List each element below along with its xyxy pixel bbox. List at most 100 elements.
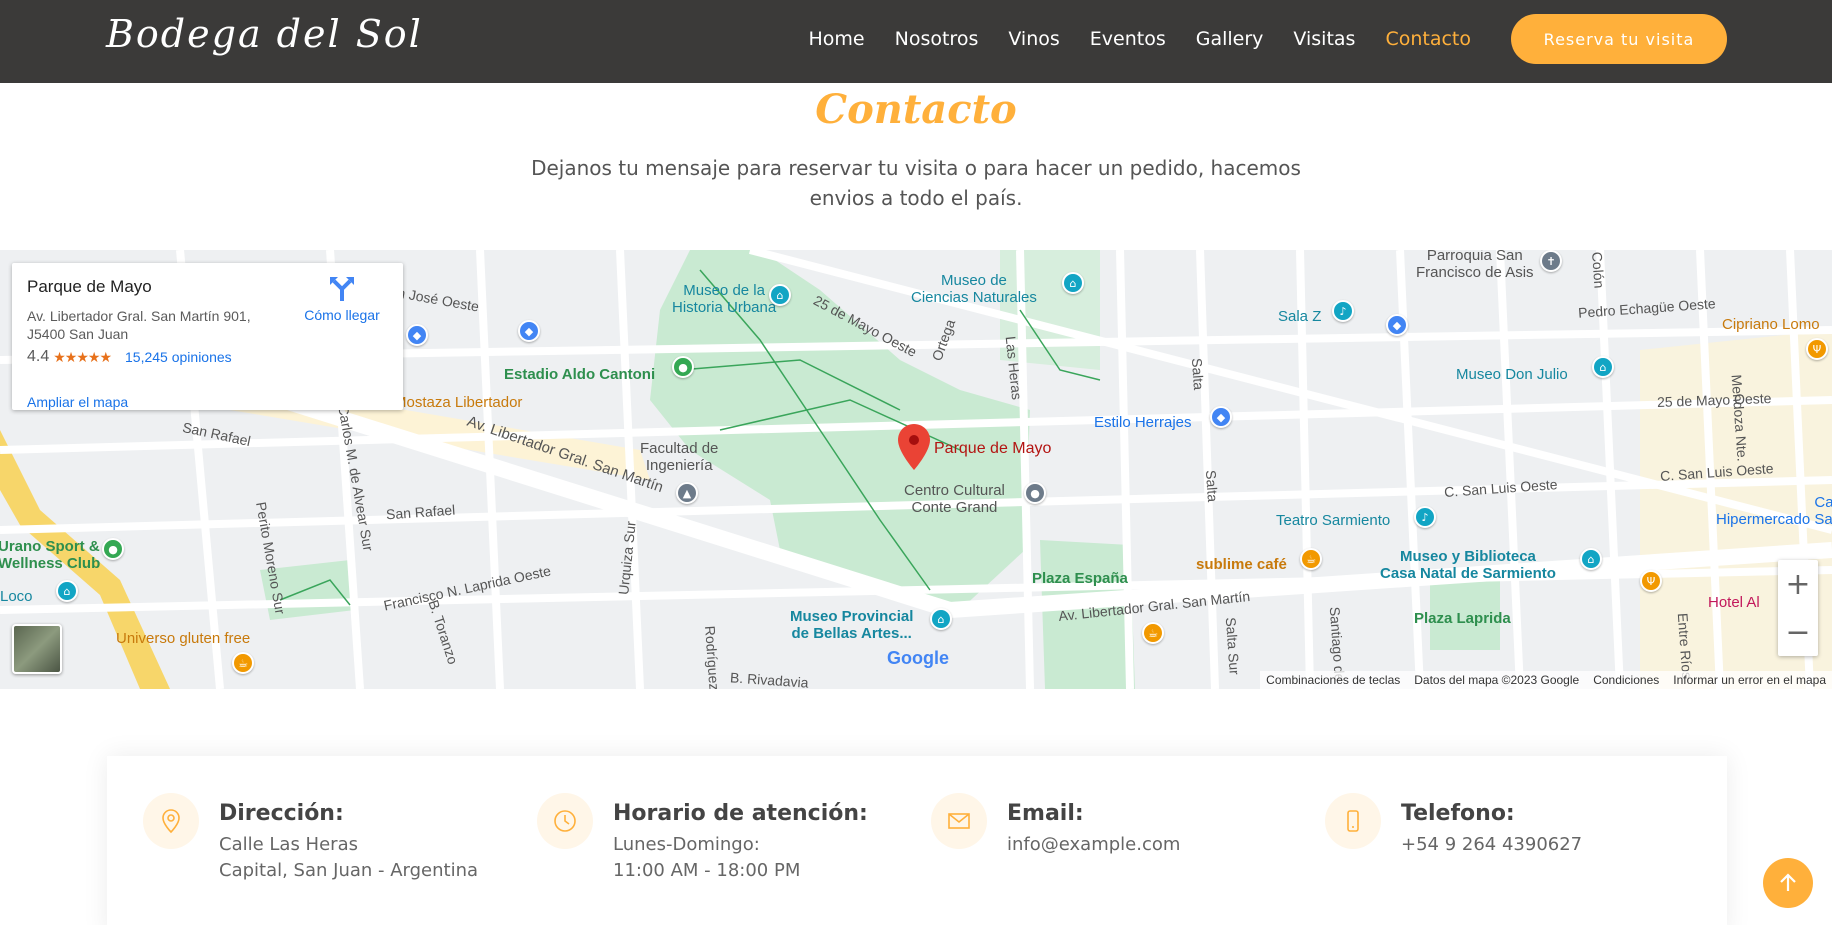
- museum-pin-icon[interactable]: ⌂: [1062, 272, 1084, 294]
- map-label-museo-julio: Museo Don Julio: [1456, 366, 1568, 383]
- cafe-pin-icon[interactable]: ☕: [232, 652, 254, 674]
- email-value[interactable]: info@example.com: [1007, 832, 1180, 858]
- museum-pin-icon[interactable]: ⌂: [769, 284, 791, 306]
- envelope-icon: [931, 793, 987, 849]
- map-label-centro-cultural: Centro Cultural Conte Grand: [904, 482, 1005, 516]
- back-to-top-button[interactable]: [1763, 858, 1813, 908]
- place-title: Parque de Mayo: [27, 277, 152, 296]
- stadium-pin-icon[interactable]: ●: [672, 356, 694, 378]
- nav-eventos[interactable]: Eventos: [1075, 24, 1181, 54]
- map-label-loco: Loco: [0, 588, 33, 605]
- street-label: Colón: [1589, 251, 1608, 289]
- address-line2: Capital, San Juan - Argentina: [219, 860, 479, 881]
- place-rating: 4.4 ★★★★★ 15,245 opiniones: [27, 348, 232, 366]
- nav-home[interactable]: Home: [794, 24, 880, 54]
- cafe-pin-icon[interactable]: ☕: [1300, 548, 1322, 570]
- address-info: Dirección: Calle Las Heras Capital, San …: [143, 793, 478, 884]
- street-label: Salta: [1202, 469, 1222, 503]
- map-attribution: Combinaciones de teclas Datos del mapa ©…: [1260, 671, 1832, 689]
- location-icon: [143, 793, 199, 849]
- map-label-museo-bellas-artes: Museo Provincial de Bellas Artes...: [790, 608, 914, 642]
- map-label-sala-z: Sala Z: [1278, 308, 1322, 325]
- map-label-estilo-herrajes: Estilo Herrajes: [1094, 414, 1192, 431]
- map-data-text: Datos del mapa ©2023 Google: [1414, 673, 1580, 687]
- email-title: Email:: [1007, 801, 1084, 826]
- site-header: Bodega del Sol Home Nosotros Vinos Event…: [0, 0, 1832, 83]
- address-line1: Calle Las Heras: [219, 834, 358, 855]
- phone-value[interactable]: +54 9 264 4390627: [1401, 832, 1582, 858]
- map-label-urano: Urano Sport & Wellness Club: [0, 538, 101, 572]
- map-label-museo-historia: Museo de la Historia Urbana: [672, 282, 777, 316]
- contact-section-description: Dejanos tu mensaje para reservar tu visi…: [531, 156, 1301, 210]
- restaurant-pin-icon[interactable]: Ψ: [1640, 570, 1662, 592]
- site-logo[interactable]: Bodega del Sol: [106, 12, 423, 56]
- clock-icon: [537, 793, 593, 849]
- nav-visitas[interactable]: Visitas: [1278, 24, 1370, 54]
- map-label-universo: Universo gluten free: [116, 630, 251, 647]
- nav-contacto[interactable]: Contacto: [1370, 24, 1486, 54]
- google-map[interactable]: Museo de la Historia Urbana ⌂ Museo de C…: [0, 250, 1832, 689]
- zoom-in-button[interactable]: +: [1778, 560, 1818, 608]
- email-info: Email: info@example.com: [931, 793, 1180, 858]
- hours-line2: 11:00 AM - 18:00 PM: [613, 860, 801, 881]
- contact-info-box: Dirección: Calle Las Heras Capital, San …: [107, 756, 1727, 925]
- place-address: Av. Libertador Gral. San Martín 901, J54…: [27, 308, 251, 342]
- map-label-museo-ciencias: Museo de Ciencias Naturales: [911, 272, 1037, 306]
- phone-info: Telefono: +54 9 264 4390627: [1325, 793, 1582, 858]
- address-title: Dirección:: [219, 801, 344, 826]
- keyboard-shortcuts-link[interactable]: Combinaciones de teclas: [1266, 673, 1400, 687]
- restaurant-pin-icon[interactable]: Ψ: [1806, 338, 1828, 360]
- directions-link[interactable]: Cómo llegar: [292, 275, 392, 323]
- phone-icon: [1325, 793, 1381, 849]
- place-pin-icon[interactable]: ●: [1024, 482, 1046, 504]
- zoom-control: + −: [1778, 560, 1818, 656]
- reviews-link[interactable]: 15,245 opiniones: [125, 349, 232, 365]
- enlarge-map-link[interactable]: Ampliar el mapa: [27, 394, 128, 410]
- map-label-museo-biblioteca: Museo y Biblioteca Casa Natal de Sarmien…: [1380, 548, 1556, 582]
- hours-info: Horario de atención: Lunes-Domingo: 11:0…: [537, 793, 868, 884]
- museum-pin-icon[interactable]: ⌂: [1592, 356, 1614, 378]
- church-pin-icon[interactable]: ✝: [1540, 250, 1562, 272]
- theater-pin-icon[interactable]: ♪: [1414, 506, 1436, 528]
- shopping-pin-icon[interactable]: ◆: [406, 324, 428, 346]
- shopping-pin-icon[interactable]: ◆: [518, 320, 540, 342]
- map-label-plaza-espana: Plaza España: [1032, 570, 1128, 587]
- shopping-pin-icon[interactable]: ◆: [1210, 406, 1232, 428]
- reserve-visit-button[interactable]: Reserva tu visita: [1511, 14, 1727, 64]
- map-label-estadio: Estadio Aldo Cantoni: [504, 366, 656, 383]
- map-label-facultad: Facultad de Ingeniería: [640, 440, 719, 474]
- terms-link[interactable]: Condiciones: [1593, 673, 1659, 687]
- map-label-mostaza: Mostaza Libertador: [394, 394, 523, 411]
- cafe-pin-icon[interactable]: ☕: [1142, 622, 1164, 644]
- map-label-cipriano: Cipriano Lomo: [1722, 316, 1820, 333]
- music-pin-icon[interactable]: ♪: [1332, 300, 1354, 322]
- shopping-pin-icon[interactable]: ◆: [1386, 314, 1408, 336]
- hours-title: Horario de atención:: [613, 801, 868, 826]
- directions-icon: [330, 277, 354, 301]
- map-label-teatro-sarmiento: Teatro Sarmiento: [1276, 512, 1391, 529]
- marker-label: Parque de Mayo: [934, 440, 1052, 457]
- google-logo: Google: [887, 648, 949, 668]
- school-pin-icon[interactable]: ▲: [676, 482, 698, 504]
- place-pin-icon[interactable]: ⌂: [56, 580, 78, 602]
- nav-gallery[interactable]: Gallery: [1181, 24, 1279, 54]
- gym-pin-icon[interactable]: ●: [102, 538, 124, 560]
- rating-value: 4.4: [27, 348, 50, 365]
- report-error-link[interactable]: Informar un error en el mapa: [1673, 673, 1826, 687]
- nav-nosotros[interactable]: Nosotros: [880, 24, 994, 54]
- map-label-plaza-laprida: Plaza Laprida: [1414, 610, 1511, 627]
- zoom-out-button[interactable]: −: [1778, 608, 1818, 656]
- map-label-carrefour: Carrefour Hipermercado San Juan: [1716, 494, 1832, 528]
- map-label-parroquia: Parroquia San Francisco de Asis: [1416, 250, 1534, 281]
- arrow-up-icon: [1780, 873, 1796, 891]
- map-layers-button[interactable]: [12, 624, 62, 674]
- street-label: Salta: [1188, 357, 1208, 391]
- directions-label: Cómo llegar: [304, 307, 380, 323]
- nav-vinos[interactable]: Vinos: [993, 24, 1074, 54]
- hours-line1: Lunes-Domingo:: [613, 834, 760, 855]
- location-marker-icon[interactable]: [898, 424, 930, 470]
- map-label-sublime-cafe: sublime café: [1196, 556, 1287, 573]
- museum-pin-icon[interactable]: ⌂: [1580, 548, 1602, 570]
- phone-title: Telefono:: [1401, 801, 1515, 826]
- museum-pin-icon[interactable]: ⌂: [930, 608, 952, 630]
